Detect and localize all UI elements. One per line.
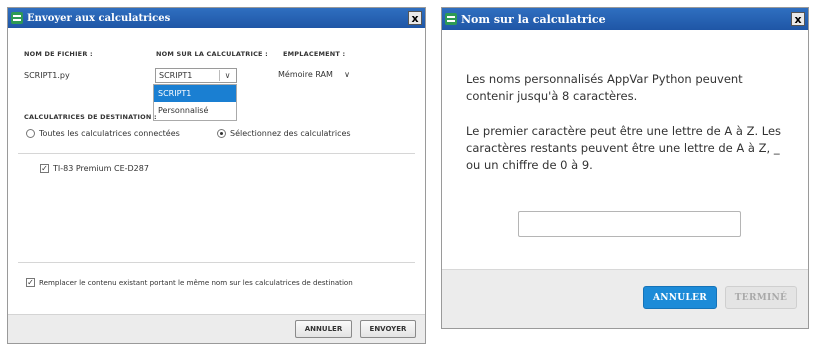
calculator-label: TI-83 Premium CE-D287: [53, 164, 149, 173]
location-select-value: Mémoire RAM: [278, 70, 333, 79]
send-dialog-titlebar: Envoyer aux calculatrices x: [8, 8, 425, 28]
destination-header: CALCULATRICES DE DESTINATION :: [24, 113, 157, 121]
send-button[interactable]: ENVOYER: [360, 320, 416, 338]
cancel-button[interactable]: ANNULER: [295, 320, 352, 338]
dropdown-option-script1[interactable]: SCRIPT1: [154, 85, 236, 102]
radio-select-calculators[interactable]: [217, 129, 226, 138]
divider: [18, 262, 415, 263]
calculator-name-dialog: Nom sur la calculatrice x Les noms perso…: [441, 7, 809, 329]
send-dialog-title: Envoyer aux calculatrices: [27, 12, 171, 24]
radio-all-calculators[interactable]: [26, 129, 35, 138]
chevron-down-icon: ∨: [344, 70, 350, 79]
cancel-button[interactable]: ANNULER: [643, 286, 717, 309]
calc-name-select-value: SCRIPT1: [159, 71, 193, 80]
calc-name-dropdown: SCRIPT1 Personnalisé: [153, 84, 237, 121]
send-dialog-footer: ANNULER ENVOYER: [8, 314, 425, 343]
filename-column-header: NOM DE FICHIER :: [24, 50, 93, 58]
custom-name-input[interactable]: [518, 211, 741, 237]
close-icon[interactable]: x: [791, 12, 805, 26]
name-dialog-footer: ANNULER TERMINÉ: [442, 269, 808, 328]
calc-name-select[interactable]: SCRIPT1 ∨: [155, 68, 237, 83]
replace-label: Remplacer le contenu existant portant le…: [39, 278, 353, 287]
radio-select-label: Sélectionnez des calculatrices: [230, 129, 351, 138]
radio-all-label: Toutes les calculatrices connectées: [39, 129, 180, 138]
calculator-checkbox[interactable]: ✓: [40, 164, 49, 173]
app-icon: [445, 13, 457, 25]
done-button[interactable]: TERMINÉ: [725, 286, 797, 309]
name-dialog-title: Nom sur la calculatrice: [461, 12, 606, 26]
dropdown-option-custom[interactable]: Personnalisé: [154, 102, 236, 119]
app-icon: [11, 12, 23, 24]
name-rules-paragraph-1: Les noms personnalisés AppVar Python peu…: [466, 72, 743, 103]
location-column-header: EMPLACEMENT :: [283, 50, 346, 58]
divider: [18, 153, 415, 154]
name-rules-paragraph-2: Le premier caractère peut être une lettr…: [466, 124, 782, 172]
filename-value: SCRIPT1.py: [24, 71, 70, 80]
calc-name-column-header: NOM SUR LA CALCULATRICE :: [156, 50, 268, 58]
location-select[interactable]: Mémoire RAM ∨: [275, 68, 354, 83]
close-icon[interactable]: x: [408, 11, 422, 25]
name-dialog-titlebar: Nom sur la calculatrice x: [442, 8, 808, 30]
replace-checkbox[interactable]: ✓: [26, 278, 35, 287]
send-to-calculators-dialog: Envoyer aux calculatrices x NOM DE FICHI…: [7, 7, 426, 344]
chevron-down-icon: ∨: [219, 70, 235, 81]
